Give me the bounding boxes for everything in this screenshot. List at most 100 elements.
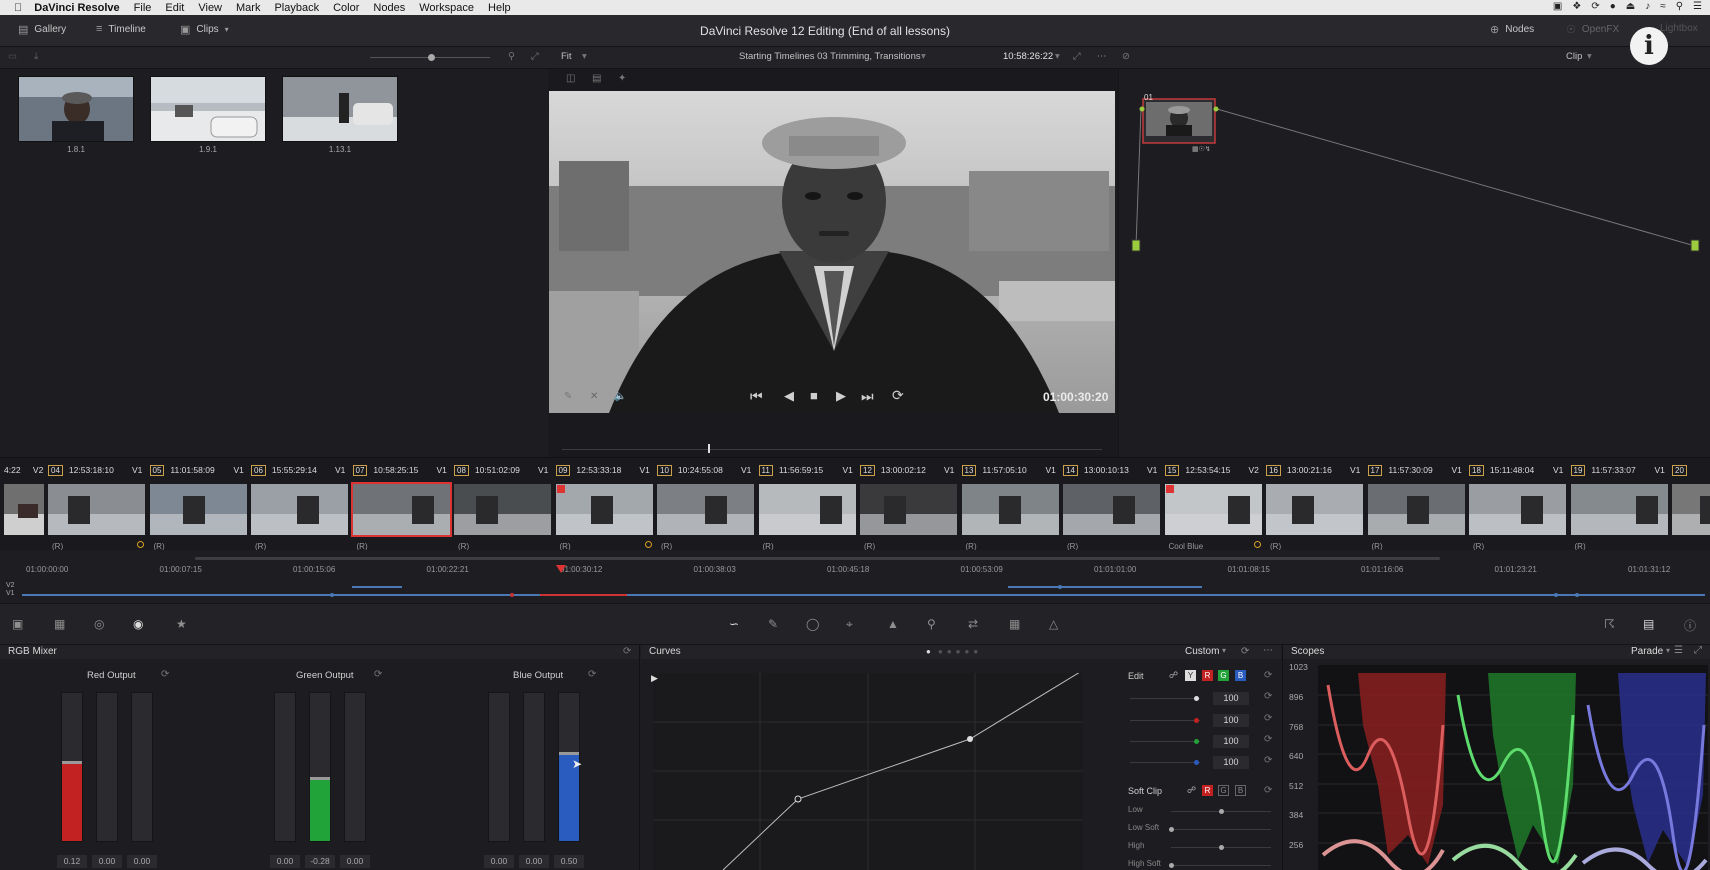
scopes-tab-icon[interactable]: ▤ xyxy=(1643,617,1654,631)
chevron-down-icon[interactable]: ▾ xyxy=(1587,51,1592,62)
timeline-clip[interactable]: 09 12:53:33:18 V1 (R) xyxy=(555,459,657,551)
reset-icon[interactable]: ⟳ xyxy=(1264,713,1272,724)
reset-icon[interactable]: ⟳ xyxy=(623,646,631,657)
sync-icon[interactable]: ⟳ xyxy=(1591,1,1599,12)
node-mode-select[interactable]: Clip xyxy=(1566,51,1582,62)
reset-blue-icon[interactable]: ⟳ xyxy=(588,669,596,680)
dropbox-icon[interactable]: ❖ xyxy=(1572,1,1581,12)
grab-still-icon[interactable]: ⤓ xyxy=(34,51,38,62)
3d-icon[interactable]: ▦ xyxy=(1009,617,1020,631)
marker-icon[interactable]: △ xyxy=(1049,617,1058,631)
clip-thumbnail[interactable] xyxy=(1672,484,1710,535)
viewer-image[interactable] xyxy=(549,91,1115,413)
clip-thumbnail[interactable] xyxy=(149,484,247,535)
more-options-icon[interactable]: ⋯ xyxy=(1263,645,1273,656)
blur-icon[interactable]: ▲ xyxy=(887,617,899,631)
menu-help[interactable]: Help xyxy=(488,2,511,14)
menu-view[interactable]: View xyxy=(198,2,222,14)
camera-raw-icon[interactable]: ▣ xyxy=(12,617,23,631)
timeline-clip[interactable]: 12 13:00:02:12 V1 (R) xyxy=(860,459,961,551)
clip-thumbnail-partial[interactable] xyxy=(4,484,44,535)
timeline-clip[interactable]: 11 11:56:59:15 V1 (R) xyxy=(758,459,860,551)
curves-mode-select[interactable]: Custom xyxy=(1185,646,1219,657)
timeline-clip[interactable]: 07 10:58:25:15 V1 (R) xyxy=(350,459,454,551)
edit-value-r[interactable]: 100 xyxy=(1213,714,1249,727)
reset-green-icon[interactable]: ⟳ xyxy=(374,669,382,680)
eject-icon[interactable]: ⏏ xyxy=(1626,1,1635,12)
curve-y-channel[interactable]: Y xyxy=(1185,670,1196,681)
motion-effects-icon[interactable]: ★ xyxy=(176,617,187,631)
play-icon[interactable]: ▶ xyxy=(836,388,846,404)
stills-icon[interactable]: ☈ xyxy=(1604,617,1615,631)
user-icon[interactable]: ● xyxy=(1610,1,1616,12)
panel-toggle-icon[interactable]: ▭ xyxy=(8,51,17,62)
clip-thumbnail[interactable] xyxy=(555,484,653,535)
fullscreen-icon[interactable]: ⤢ xyxy=(1073,51,1081,62)
red-red-slider[interactable] xyxy=(61,692,83,842)
clip-thumbnail[interactable] xyxy=(48,484,145,535)
curve-editor[interactable] xyxy=(653,673,1083,870)
gallery-zoom-slider[interactable] xyxy=(370,54,490,61)
go-to-start-icon[interactable]: ⏮ xyxy=(750,388,763,405)
clip-thumbnail[interactable] xyxy=(758,484,856,535)
reset-icon[interactable]: ⟳ xyxy=(1264,734,1272,745)
tracker-icon[interactable]: ⌖ xyxy=(846,617,853,632)
wipe-icon[interactable]: ▤ xyxy=(592,73,601,84)
high-slider[interactable] xyxy=(1171,845,1271,850)
timeline-clip[interactable]: 17 11:57:30:09 V1 (R) xyxy=(1367,459,1469,551)
lightbox-button[interactable]: Lightbox xyxy=(1660,23,1698,34)
zoom-slider-handle[interactable] xyxy=(428,54,435,61)
audio-icon[interactable]: 🔈 xyxy=(614,391,626,402)
page-dots[interactable]: ●●●●● xyxy=(938,647,982,656)
node-editor-panel[interactable]: 01 ▦☉↯ xyxy=(1116,69,1710,457)
green-red-value[interactable]: 0.00 xyxy=(270,855,300,868)
timeline-clip[interactable]: 19 11:57:33:07 V1 (R) xyxy=(1570,459,1672,551)
screen-icon[interactable]: ▣ xyxy=(1553,1,1562,12)
timeline-clip[interactable]: 13 11:57:05:10 V1 (R) xyxy=(961,459,1063,551)
blue-red-slider[interactable] xyxy=(488,692,510,842)
clip-thumbnail[interactable] xyxy=(350,482,452,537)
red-green-slider[interactable] xyxy=(96,692,118,842)
menu-edit[interactable]: Edit xyxy=(165,2,184,14)
timeline-scrollbar[interactable] xyxy=(195,557,1440,560)
menu-color[interactable]: Color xyxy=(333,2,359,14)
timeline-clip[interactable]: 06 15:55:29:14 V1 (R) xyxy=(251,459,352,551)
wifi-icon[interactable]: ≈ xyxy=(1660,1,1666,12)
edit-intensity-slider-y[interactable] xyxy=(1130,696,1200,701)
curve-g-channel[interactable]: G xyxy=(1218,670,1229,681)
edit-intensity-slider-b[interactable] xyxy=(1130,760,1200,765)
gallery-still-1[interactable] xyxy=(18,76,134,142)
curves-tab-icon[interactable]: ∽ xyxy=(729,617,739,631)
page-dot-active[interactable]: ● xyxy=(926,647,931,656)
link-icon[interactable]: ☍ xyxy=(1187,785,1196,796)
chevron-down-icon[interactable]: ▾ xyxy=(921,51,926,62)
sizing-icon[interactable]: ⇄ xyxy=(968,617,978,631)
soft-clip-g-channel[interactable]: G xyxy=(1218,785,1229,796)
clip-thumbnail[interactable] xyxy=(454,484,551,535)
edit-value-g[interactable]: 100 xyxy=(1213,735,1249,748)
timeline-clip[interactable]: 16 13:00:21:16 V1 (R) xyxy=(1266,459,1367,551)
timeline-clip[interactable]: 14 13:00:10:13 V1 (R) xyxy=(1063,459,1164,551)
low-slider[interactable] xyxy=(1171,809,1271,814)
timeline-clip[interactable]: 10 10:24:55:08 V1 (R) xyxy=(657,459,758,551)
edit-intensity-slider-g[interactable] xyxy=(1130,739,1200,744)
green-blue-slider[interactable] xyxy=(344,692,366,842)
edit-intensity-slider-r[interactable] xyxy=(1130,718,1200,723)
clip-thumbnail[interactable] xyxy=(1063,484,1160,535)
apple-icon[interactable]:  xyxy=(14,2,22,14)
stop-icon[interactable]: ■ xyxy=(810,388,818,403)
scrubber-bar[interactable] xyxy=(562,444,1102,453)
clip-thumbnail[interactable] xyxy=(860,484,957,535)
rgb-mixer-tab-icon[interactable]: ◉ xyxy=(133,617,143,631)
volume-icon[interactable]: ♪ xyxy=(1645,1,1650,12)
timeline-clip[interactable]: 18 15:11:48:04 V1 (R) xyxy=(1469,459,1570,551)
split-view-icon[interactable]: ◫ xyxy=(566,73,575,84)
chevron-down-icon[interactable]: ▾ xyxy=(582,51,587,62)
qualifier-icon[interactable]: ✎ xyxy=(768,617,778,631)
reset-icon[interactable]: ⟳ xyxy=(1264,670,1272,681)
curve-start-point-icon[interactable]: ▶ xyxy=(651,673,658,684)
clip-thumbnail[interactable] xyxy=(1367,484,1465,535)
reset-red-icon[interactable]: ⟳ xyxy=(161,669,169,680)
timeline-clip[interactable]: 05 11:01:58:09 V1 (R) xyxy=(149,459,251,551)
menu-workspace[interactable]: Workspace xyxy=(419,2,474,14)
